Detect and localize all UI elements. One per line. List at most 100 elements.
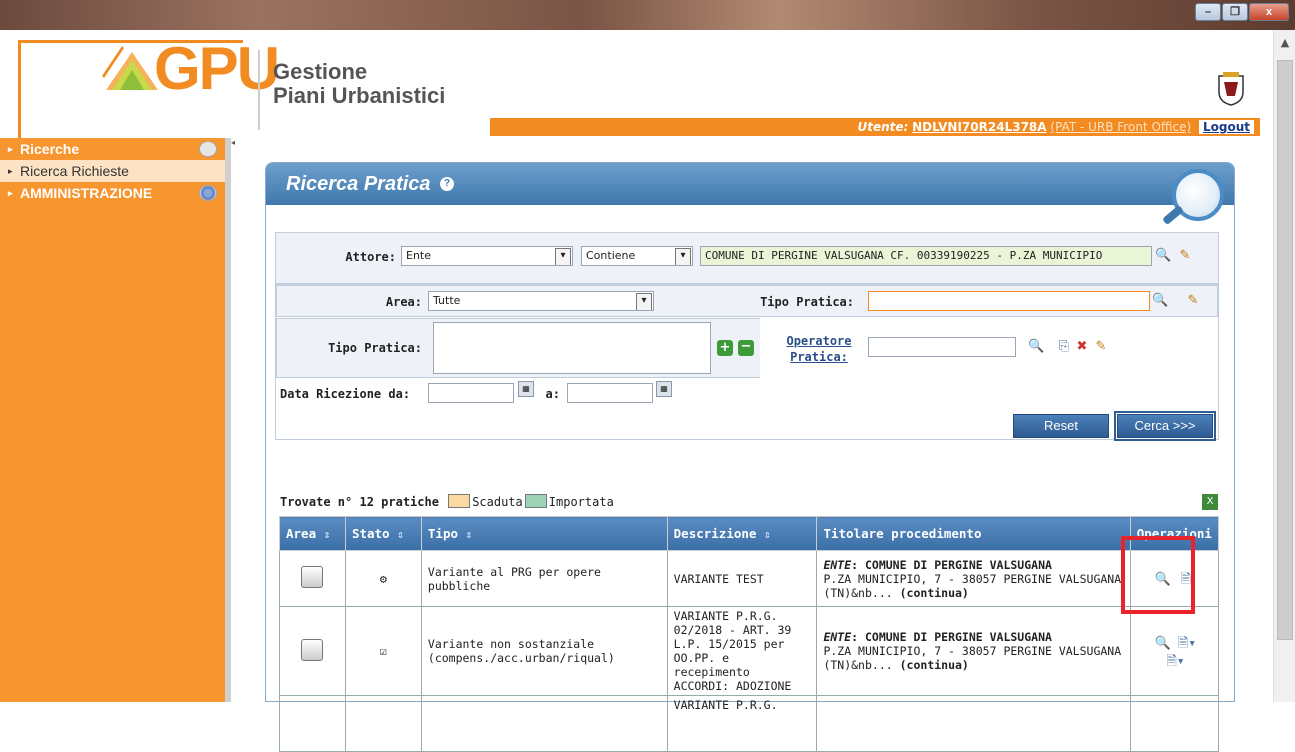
sidebar-item-label: Ricerche [20,141,80,157]
crest-icon [1218,72,1244,106]
gear-icon [199,185,217,201]
vertical-scrollbar[interactable]: ▲ [1273,30,1295,702]
panel-title: Ricerca Pratica [286,173,431,195]
sidebar-item-ricerca-richieste[interactable]: ▸ Ricerca Richieste [0,160,225,182]
scroll-up-icon[interactable]: ▲ [1274,36,1295,49]
sidebar-collapse-icon[interactable]: ◂ [231,138,239,152]
col-descrizione[interactable]: Descrizione ⇕ [666,516,818,551]
remove-tipo-icon[interactable]: − [738,340,754,356]
user-role-link[interactable]: (PAT - URB Front Office) [1050,120,1191,134]
user-name-link[interactable]: NDLVNI70R24L378A [912,120,1046,134]
continua-link[interactable]: (continua) [900,586,969,600]
panel-header: Ricerca Pratica ? [266,163,1234,205]
logout-link[interactable]: Logout [1198,120,1254,134]
titolare-name: : COMUNE DI PERGINE VALSUGANA [851,557,1052,572]
sort-icon[interactable]: ⇕ [324,528,331,541]
sort-icon[interactable]: ⇕ [764,528,771,541]
operatore-label-line1: Operatore [786,334,852,348]
legend-label-scaduta: Scaduta [472,495,523,509]
attore-label: Attore: [345,250,396,264]
data-a-field[interactable] [567,383,653,403]
operatore-label-line2: Pratica: [790,350,848,364]
table-row: ☑ Variante non sostanziale (compens./acc… [279,606,1220,696]
cerca-button[interactable]: Cerca >>> [1114,411,1216,441]
restore-button[interactable]: ❐ [1222,3,1248,21]
cell-titolare: ENTE: COMUNE DI PERGINE VALSUGANA P.ZA M… [816,550,1131,607]
data-a-label: a: [545,387,560,401]
document-menu-icon[interactable]: 🗎▾ [1166,652,1184,669]
operatore-field[interactable] [868,337,1016,357]
operatore-copy-icon[interactable]: ⎘ [1056,339,1072,355]
view-icon[interactable]: 🔍 [1155,636,1171,652]
legend-swatch-importata [524,494,547,508]
col-stato[interactable]: Stato ⇕ [344,516,422,551]
operatore-search-icon[interactable]: 🔍 [1028,339,1044,355]
close-button[interactable]: x [1249,3,1289,21]
sidebar-item-label: Ricerca Richieste [20,163,129,179]
attore-search-icon[interactable]: 🔍 [1155,248,1171,264]
user-bar: Utente: NDLVNI70R24L378A (PAT - URB Fron… [490,118,1260,136]
titolare-prefix: ENTE [823,630,852,644]
tipo-pratica-label: Tipo Pratica: [760,295,854,309]
tipo-pratica-field[interactable] [868,291,1150,311]
data-da-field[interactable] [428,383,514,403]
app-header: GPU Gestione Piani Urbanistici Utente: N… [0,30,1273,140]
calendar-da-icon[interactable]: ▦ [518,381,534,397]
attore-match-select[interactable]: Contiene [581,246,693,266]
document-menu-icon[interactable]: 🗎▾ [1178,634,1196,651]
app-title-line2: Piani Urbanistici [273,83,446,108]
operatore-clear-icon[interactable]: ✖ [1074,339,1090,355]
calendar-a-icon[interactable]: ▦ [656,381,672,397]
table-row: VARIANTE P.R.G. [279,695,1220,752]
tipo-pratica-list[interactable] [433,322,711,374]
col-stato-label: Stato [351,526,390,541]
operatore-link[interactable]: Operatore Pratica: [780,333,858,365]
cell-titolare: ENTE: COMUNE DI PERGINE VALSUGANA P.ZA M… [816,606,1131,696]
attore-value-field[interactable]: COMUNE DI PERGINE VALSUGANA CF. 00339190… [700,246,1152,266]
help-icon[interactable]: ? [440,177,455,191]
tipo-pratica-edit-icon[interactable]: ✎ [1185,293,1201,309]
logo-fan-icon [102,46,158,90]
user-label: Utente: [857,120,909,134]
titolare-prefix: ENTE [823,557,852,572]
chevron-right-icon: ▸ [8,166,13,176]
reset-button[interactable]: Reset [1013,414,1109,438]
app-title-line1: Gestione [273,59,368,84]
tipo-pratica-search-icon[interactable]: 🔍 [1152,293,1168,309]
area-label: Area: [385,295,422,309]
area-select[interactable]: Tutte [428,291,654,311]
legend-label-importata: Importata [548,495,614,509]
area-map-icon[interactable] [301,638,324,661]
operatore-edit-icon[interactable]: ✎ [1093,339,1109,355]
sort-icon[interactable]: ⇕ [466,528,473,541]
col-titolare: Titolare procedimento [816,516,1131,551]
attore-edit-icon[interactable]: ✎ [1177,248,1193,264]
col-area[interactable]: Area ⇕ [279,516,346,551]
add-tipo-icon[interactable]: + [717,340,733,356]
minimize-button[interactable]: – [1195,3,1221,21]
results-count: Trovate n° 12 pratiche [280,495,439,509]
app-title: Gestione Piani Urbanistici [273,60,445,108]
titolare-address: P.ZA MUNICIPIO, 7 - 38057 PERGINE VALSUG… [823,571,1122,600]
results-summary: Trovate n° 12 pratiche Scaduta Importata [280,494,614,509]
sidebar-item-amministrazione[interactable]: ▸ AMMINISTRAZIONE [0,182,225,204]
continua-link[interactable]: (continua) [900,658,969,672]
scroll-thumb[interactable] [1277,60,1293,640]
attore-type-select[interactable]: Ente [401,246,573,266]
sidebar-item-ricerche[interactable]: ▸ Ricerche [0,138,225,160]
col-descrizione-label: Descrizione [673,526,757,541]
status-check-icon: ☑ [379,644,388,658]
titolare-address: P.ZA MUNICIPIO, 7 - 38057 PERGINE VALSUG… [823,644,1122,672]
gpu-logo: GPU [44,30,280,102]
export-excel-icon[interactable]: X [1202,494,1218,510]
highlight-box [1121,536,1195,614]
sort-icon[interactable]: ⇕ [397,528,404,541]
search-magnifier-icon [1172,169,1224,221]
area-map-icon[interactable] [301,566,324,588]
window-titlebar: – ❐ x [0,0,1295,30]
chevron-right-icon: ▸ [8,144,13,154]
data-ricezione-label: Data Ricezione da: [280,387,411,401]
col-tipo[interactable]: Tipo ⇕ [420,516,668,551]
search-tool-icon [199,141,217,157]
sidebar: ▸ Ricerche ▸ Ricerca Richieste ▸ AMMINIS… [0,138,231,702]
